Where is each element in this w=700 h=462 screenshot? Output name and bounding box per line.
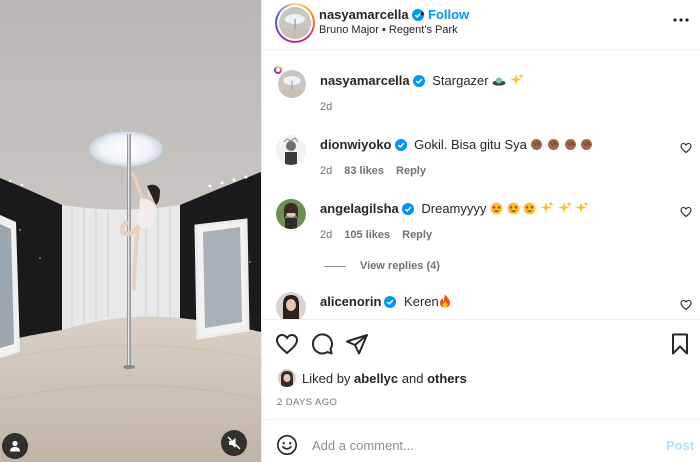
share-paper-plane-icon[interactable] bbox=[345, 332, 369, 356]
verified-badge-icon bbox=[394, 139, 407, 151]
caption-text: Stargazer bbox=[432, 73, 489, 88]
commenter-avatar[interactable] bbox=[276, 292, 306, 319]
clapping-hands-emoji-icon bbox=[527, 137, 594, 152]
view-replies-label: View replies (4) bbox=[360, 260, 440, 272]
comment-text: Dreamyyyy bbox=[421, 201, 487, 216]
sparkles-emoji-icon bbox=[510, 73, 524, 85]
comment-like-count[interactable]: 105 likes bbox=[344, 229, 390, 241]
post-media[interactable] bbox=[0, 0, 261, 462]
liked-by-username[interactable]: abellyc bbox=[354, 371, 398, 386]
comment-age: 2d bbox=[320, 165, 333, 177]
caption-age: 2d bbox=[320, 101, 333, 113]
like-comment-heart-icon[interactable] bbox=[680, 299, 692, 311]
author-avatar-story-ring[interactable] bbox=[275, 3, 315, 43]
save-bookmark-icon[interactable] bbox=[668, 332, 692, 356]
post-detail-panel: nasyamarcella • Follow Bruno Major • Reg… bbox=[261, 0, 700, 462]
comment-input[interactable] bbox=[312, 434, 632, 456]
liked-by-prefix: Liked by bbox=[302, 370, 351, 386]
caption-avatar-story-ring[interactable] bbox=[274, 66, 306, 98]
post-actions: Liked by abellyc and others 2 DAYS AGO bbox=[262, 319, 700, 419]
header-separator-dot: • bbox=[420, 6, 425, 21]
commenter-avatar[interactable] bbox=[276, 135, 306, 165]
fire-emoji-icon bbox=[439, 294, 450, 308]
post-comment-button[interactable]: Post bbox=[666, 438, 694, 453]
emoji-picker-icon[interactable] bbox=[276, 434, 298, 456]
reply-button[interactable]: Reply bbox=[396, 165, 426, 177]
comment-bubble-icon[interactable] bbox=[310, 332, 334, 356]
comment-username[interactable]: angelagilsha bbox=[320, 201, 399, 216]
caption-avatar bbox=[278, 70, 306, 98]
verified-badge-icon bbox=[412, 75, 425, 87]
like-comment-heart-icon[interactable] bbox=[680, 206, 692, 218]
author-avatar bbox=[279, 7, 311, 39]
post-timestamp[interactable]: 2 DAYS AGO bbox=[277, 397, 337, 408]
view-replies-line bbox=[324, 265, 346, 267]
verified-badge-icon bbox=[401, 203, 414, 215]
author-username[interactable]: nasyamarcella bbox=[319, 7, 424, 22]
more-options-icon[interactable] bbox=[671, 12, 691, 28]
comment-username[interactable]: alicenorin bbox=[320, 294, 381, 309]
liker-avatar[interactable] bbox=[278, 369, 296, 387]
comment-text: Gokil. Bisa gitu Sya bbox=[414, 137, 527, 152]
comment-composer: Post bbox=[262, 419, 700, 462]
star-struck-emoji-icon bbox=[486, 201, 540, 216]
tagged-users-button[interactable] bbox=[2, 433, 28, 459]
view-replies-button[interactable]: View replies (4) bbox=[324, 260, 440, 272]
like-heart-icon[interactable] bbox=[275, 332, 299, 356]
flying-saucer-emoji-icon bbox=[492, 77, 506, 86]
follow-button[interactable]: Follow bbox=[428, 7, 469, 22]
comment-text: Keren bbox=[404, 294, 439, 309]
comments-list[interactable]: nasyamarcella Stargazer 2d dionwiyoko Go… bbox=[262, 51, 700, 319]
post-header: nasyamarcella • Follow Bruno Major • Reg… bbox=[262, 0, 700, 50]
comment-username[interactable]: dionwiyoko bbox=[320, 137, 392, 152]
sparkles-emoji-icon bbox=[540, 201, 589, 216]
user-icon bbox=[10, 440, 20, 452]
comment-age: 2d bbox=[320, 229, 333, 241]
reply-button[interactable]: Reply bbox=[402, 229, 432, 241]
like-comment-heart-icon[interactable] bbox=[680, 142, 692, 154]
audio-muted-button[interactable] bbox=[221, 430, 247, 456]
post-audio-location[interactable]: Bruno Major • Regent's Park bbox=[319, 24, 458, 36]
liked-by-others[interactable]: others bbox=[427, 371, 467, 386]
pole-dance-video-frame bbox=[0, 0, 261, 462]
liked-by-and: and bbox=[401, 370, 424, 386]
verified-badge-icon bbox=[384, 296, 397, 308]
commenter-avatar[interactable] bbox=[276, 199, 306, 229]
comment-like-count[interactable]: 83 likes bbox=[344, 165, 384, 177]
liked-by: Liked by abellyc and others bbox=[278, 369, 467, 387]
speaker-muted-icon bbox=[227, 436, 241, 450]
caption-username[interactable]: nasyamarcella bbox=[320, 73, 410, 88]
